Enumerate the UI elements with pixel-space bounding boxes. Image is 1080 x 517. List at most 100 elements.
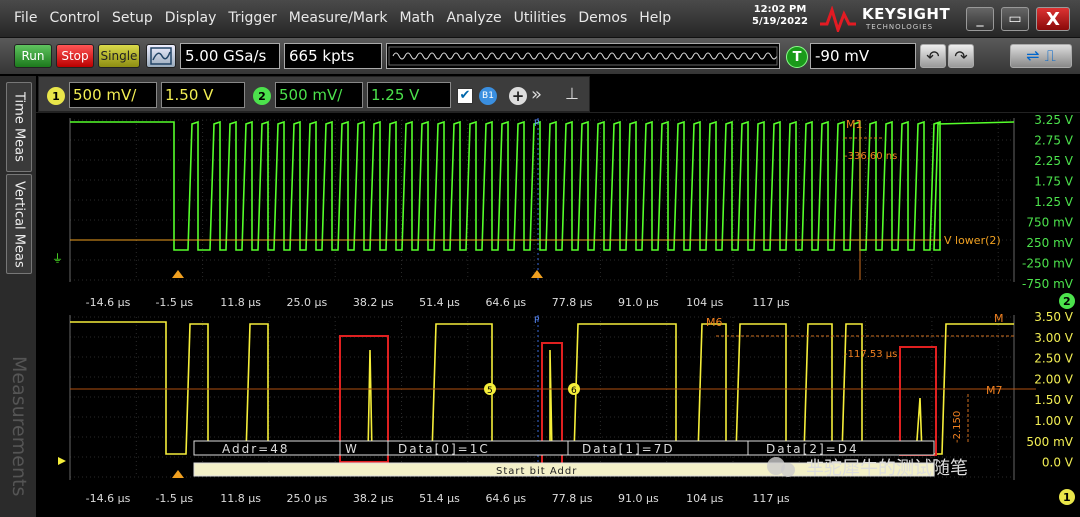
cursor-a-lower-icon bbox=[172, 470, 184, 478]
overview-wave-icon bbox=[388, 46, 778, 66]
volt-upper-label-3: 1.75 V bbox=[1034, 175, 1074, 189]
menu-items: File Control Setup Display Trigger Measure/Ma… bbox=[8, 10, 677, 26]
lower-volt-axis: 3.50 V 3.00 V 2.50 V 2.00 V 1.50 V 1.00 V 500 … bbox=[1026, 310, 1073, 470]
upper-time-tick-0: -14.6 µs bbox=[86, 296, 131, 309]
minimize-button[interactable]: _ bbox=[966, 7, 994, 31]
bus-data0[interactable]: Data[0]=1C bbox=[398, 442, 490, 456]
menu-item-analyze[interactable]: Analyze bbox=[440, 10, 507, 26]
ch2-waveform bbox=[70, 120, 1015, 251]
m6-label: M6 bbox=[706, 316, 723, 329]
memory-depth-field[interactable]: 665 kpts bbox=[284, 43, 382, 69]
upper-time-tick-3: 25.0 µs bbox=[287, 296, 328, 309]
lower-time-tick-9: 104 µs bbox=[686, 492, 723, 505]
upper-time-axis: -14.6 µs -1.5 µs 11.8 µs 25.0 µs 38.2 µs 51.4… bbox=[86, 296, 790, 309]
pin-icon[interactable]: ⊥ bbox=[565, 84, 579, 103]
edge-badge-6: 6 bbox=[571, 386, 577, 396]
volt-lower-label-0: 3.50 V bbox=[1034, 310, 1074, 324]
ch2-axis-badge: 2 bbox=[1063, 295, 1071, 308]
upper-time-tick-2: 11.8 µs bbox=[220, 296, 261, 309]
stop-button[interactable]: Stop bbox=[56, 44, 94, 68]
autoscale-button[interactable] bbox=[146, 44, 176, 68]
m6-m7-delta-label: -117.53 µs bbox=[844, 349, 897, 360]
menu-item-demos[interactable]: Demos bbox=[572, 10, 633, 26]
auto-setup-icon[interactable]: ⇌ ⎍ bbox=[1010, 44, 1072, 68]
menu-bar: File Control Setup Display Trigger Measure/Ma… bbox=[0, 0, 1080, 38]
ch1-badge[interactable]: 1 bbox=[47, 87, 65, 105]
lower-time-tick-3: 25.0 µs bbox=[287, 492, 328, 505]
ch1-offset-field[interactable]: 1.50 V bbox=[161, 82, 245, 108]
waveform-grid[interactable]: V lower(2) M1 -336.60 ns P ⏚ -14.6 µs -1.… bbox=[36, 112, 1080, 517]
bus-data1[interactable]: Data[1]=7D bbox=[582, 442, 675, 456]
menu-item-control[interactable]: Control bbox=[43, 10, 106, 26]
watermark-text: 芈驼犀牛的测试随笔 bbox=[806, 458, 968, 479]
menu-item-display[interactable]: Display bbox=[159, 10, 223, 26]
single-button[interactable]: Single bbox=[98, 44, 140, 68]
brand-sub: TECHNOLOGIES bbox=[866, 23, 934, 31]
volt-upper-label-4: 1.25 V bbox=[1034, 195, 1074, 209]
menu-item-trigger[interactable]: Trigger bbox=[222, 10, 282, 26]
autoscale-icon bbox=[150, 47, 172, 65]
ch2-ground-icon: ⏚ bbox=[52, 252, 63, 265]
redo-icon[interactable]: ↷ bbox=[948, 44, 974, 68]
volt-lower-label-4: 1.50 V bbox=[1034, 393, 1074, 407]
cursor-b-upper-icon bbox=[531, 270, 543, 278]
bus-rw[interactable]: W bbox=[345, 442, 357, 456]
bus-data2[interactable]: Data[2]=D4 bbox=[766, 442, 859, 456]
tab-measurements-label: Measurements bbox=[8, 355, 30, 497]
ch2-offset-field[interactable]: 1.25 V bbox=[367, 82, 451, 108]
ch1-scale-field[interactable]: 500 mV/ bbox=[69, 82, 157, 108]
volt-lower-label-5: 1.00 V bbox=[1034, 414, 1074, 428]
menu-item-setup[interactable]: Setup bbox=[106, 10, 159, 26]
brand-name: KEYSIGHT bbox=[862, 5, 951, 23]
upper-time-tick-6: 64.6 µs bbox=[485, 296, 526, 309]
undo-icon[interactable]: ↶ bbox=[920, 44, 946, 68]
close-button[interactable]: X bbox=[1036, 7, 1070, 31]
volt-upper-label-7: -250 mV bbox=[1022, 257, 1074, 271]
tab-time-meas-label: Time Meas bbox=[11, 92, 27, 162]
tab-vertical-meas[interactable]: Vertical Meas bbox=[6, 174, 32, 274]
menu-item-utilities[interactable]: Utilities bbox=[508, 10, 573, 26]
vlower-label: V lower(2) bbox=[944, 234, 1001, 247]
m1-delta-label: -336.60 ns bbox=[844, 151, 897, 162]
volt-lower-label-6: 500 mV bbox=[1026, 435, 1073, 449]
clock-date: 5/19/2022 bbox=[751, 16, 808, 27]
menu-item-math[interactable]: Math bbox=[393, 10, 440, 26]
volt-upper-label-5: 750 mV bbox=[1026, 216, 1073, 230]
lower-time-tick-0: -14.6 µs bbox=[86, 492, 131, 505]
menu-item-measure-mark[interactable]: Measure/Mark bbox=[283, 10, 394, 26]
clock-time: 12:02 PM bbox=[753, 4, 807, 15]
ch1-axis-badge: 1 bbox=[1063, 491, 1071, 504]
bus-addr[interactable]: Addr=48 bbox=[222, 442, 290, 456]
volt-upper-label-0: 3.25 V bbox=[1034, 113, 1074, 127]
trigger-badge[interactable]: T bbox=[786, 46, 808, 68]
volt-lower-label-7: 0.0 V bbox=[1042, 456, 1074, 470]
edge-badge-5: 5 bbox=[487, 386, 493, 396]
expand-icon[interactable]: » bbox=[531, 84, 542, 105]
menu-item-help[interactable]: Help bbox=[633, 10, 677, 26]
ch1-ground-icon bbox=[58, 457, 66, 465]
ch2-badge[interactable]: 2 bbox=[253, 87, 271, 105]
bus-badge[interactable]: B1 bbox=[479, 87, 497, 105]
m7-vertical-label: -2.150 bbox=[952, 411, 963, 443]
waveform-overview[interactable] bbox=[386, 43, 780, 69]
volt-upper-label-6: 250 mV bbox=[1026, 236, 1073, 250]
lower-time-tick-6: 64.6 µs bbox=[485, 492, 526, 505]
menu-item-file[interactable]: File bbox=[8, 10, 43, 26]
upper-time-tick-8: 91.0 µs bbox=[618, 296, 659, 309]
sample-rate-field[interactable]: 5.00 GSa/s bbox=[180, 43, 280, 69]
trigger-level-field[interactable]: -90 mV bbox=[810, 43, 916, 69]
tab-measurements[interactable]: Measurements bbox=[6, 336, 32, 516]
tab-time-meas[interactable]: Time Meas bbox=[6, 82, 32, 172]
add-icon[interactable]: + bbox=[509, 87, 527, 105]
ch2-scale-field[interactable]: 500 mV/ bbox=[275, 82, 363, 108]
volt-upper-label-1: 2.75 V bbox=[1034, 134, 1074, 148]
tab-vertical-meas-label: Vertical Meas bbox=[11, 180, 27, 268]
bus-enable-checkbox[interactable]: ✔ bbox=[457, 88, 473, 104]
bus-row2: Start bit Addr bbox=[496, 466, 577, 477]
upper-time-tick-7: 77.8 µs bbox=[552, 296, 593, 309]
m7-label: M7 bbox=[986, 384, 1003, 397]
maximize-button[interactable]: ▭ bbox=[1001, 7, 1029, 31]
run-button[interactable]: Run bbox=[14, 44, 52, 68]
lower-time-tick-2: 11.8 µs bbox=[220, 492, 261, 505]
scope-display[interactable]: V lower(2) M1 -336.60 ns P ⏚ -14.6 µs -1.… bbox=[36, 112, 1080, 517]
